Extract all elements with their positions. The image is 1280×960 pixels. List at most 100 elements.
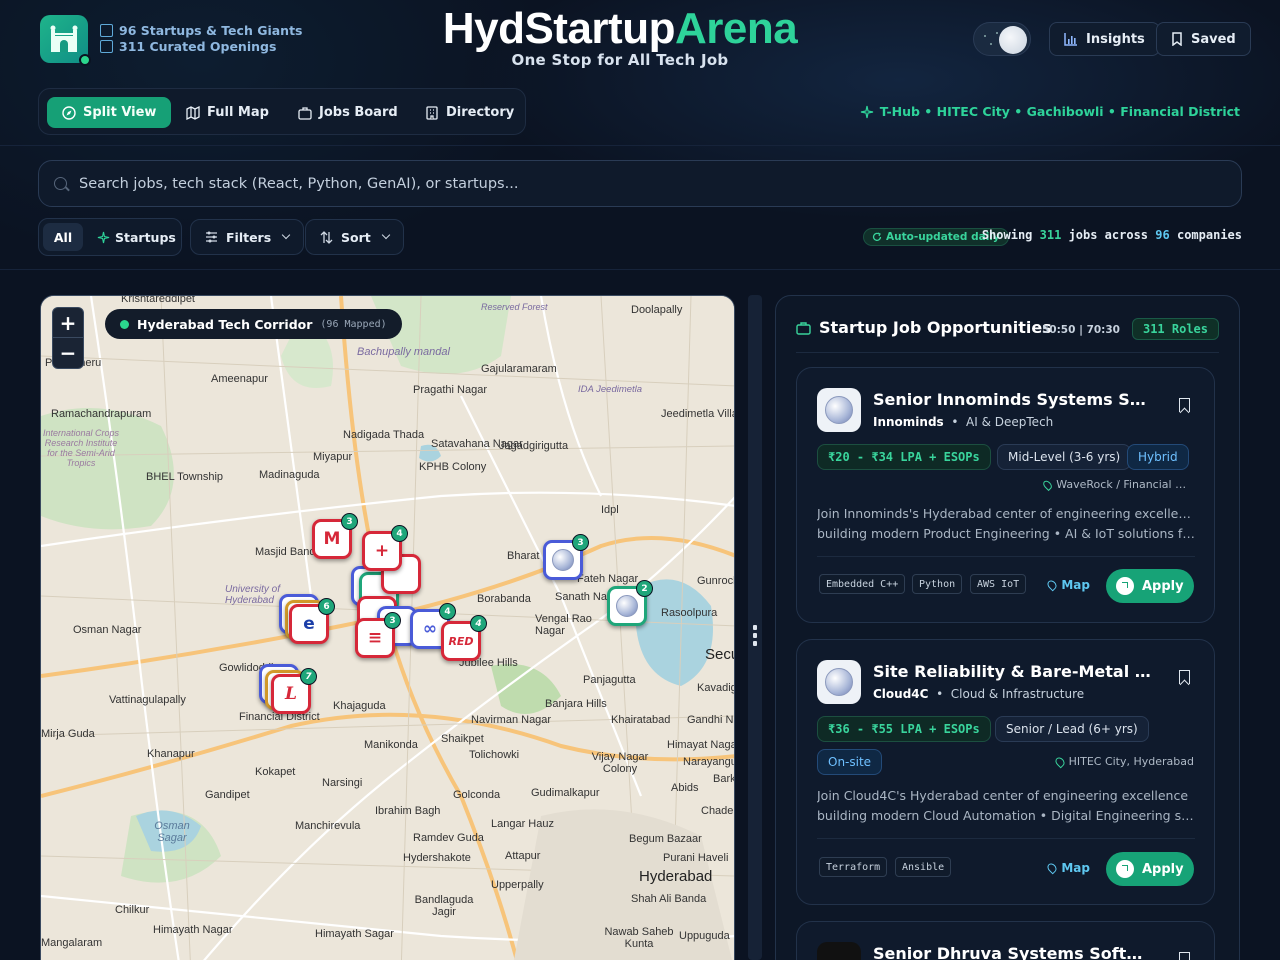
split-ratio-toggle[interactable]: 50:50 | 70:30 (1042, 324, 1120, 336)
map-label: KPHB Colony (419, 461, 487, 473)
search-input[interactable] (79, 175, 1241, 192)
map-label: Vengal Rao Nagar (535, 613, 592, 637)
location-text: HITEC City, Hyderabad (1068, 755, 1194, 768)
company-marker[interactable]: e 6 (289, 598, 335, 644)
view-on-map-link[interactable]: Map (1045, 861, 1090, 875)
company-marker[interactable]: ≡ 3 (355, 612, 401, 658)
map-label: Banjara Hills (545, 698, 607, 710)
apply-button[interactable]: Apply (1106, 569, 1194, 603)
job-card[interactable]: Senior Innominds Systems Software Engine… (796, 367, 1215, 623)
job-count-badge: 6 (318, 598, 335, 615)
company-logo-mark: L (285, 684, 297, 704)
header-divider (0, 145, 1280, 146)
company-type-toggle: All Startups (38, 218, 182, 256)
map-label: Borabanda (477, 593, 531, 605)
compass-icon (62, 105, 76, 120)
map-label: Himayath Sagar (315, 928, 394, 940)
map-label: Miyapur (313, 451, 353, 463)
work-mode-chip: Hybrid (1127, 444, 1189, 470)
brand-main: HydStartup (442, 4, 676, 53)
filter-startups[interactable]: Startups (97, 223, 176, 251)
view-on-map-link[interactable]: Map (1045, 578, 1090, 592)
map-label: Gandhi Nagar (687, 714, 734, 726)
apply-button[interactable]: Apply (1106, 852, 1194, 886)
map-label: Nadigada Thada (343, 429, 425, 441)
map-label: Abids (671, 782, 699, 794)
job-title[interactable]: Senior Innominds Systems Software Engine… (873, 390, 1153, 409)
map-label: Gunrock (697, 575, 735, 587)
map-label: Ameenapur (211, 373, 268, 385)
mapped-count: (96 Mapped) (320, 318, 387, 330)
zoom-out-button[interactable]: − (53, 338, 83, 368)
company-category: AI & DeepTech (966, 415, 1054, 429)
map-label: Osman Nagar (73, 624, 142, 636)
company-logo-mark: ≡ (367, 628, 383, 648)
theme-toggle[interactable] (973, 22, 1031, 56)
saved-button[interactable]: Saved (1156, 22, 1251, 56)
map-view[interactable]: Krishtareddipet Doolapally Reserved Fore… (40, 295, 735, 960)
company-marker[interactable]: + 4 (362, 525, 408, 571)
company-marker[interactable]: L 7 (271, 668, 317, 714)
location-text: WaveRock / Financial District (1056, 478, 1194, 491)
corridor-info: T-Hub • HITEC City • Gachibowli • Financ… (860, 104, 1240, 119)
search-bar (38, 160, 1242, 207)
bookmark-icon[interactable] (1179, 952, 1190, 960)
map-pin-icon (1045, 578, 1059, 592)
results-summary: Showing 311 jobs across 96 companies (982, 228, 1242, 242)
apply-label: Apply (1142, 861, 1184, 877)
map-label: Khajaguda (333, 700, 386, 712)
map-label: Khanapur (147, 748, 195, 760)
map-label: Tolichowki (469, 749, 520, 761)
globe-icon (552, 549, 574, 571)
company-marker[interactable]: 3 (543, 534, 589, 580)
company-logo (817, 660, 861, 704)
corridor-text: T-Hub • HITEC City • Gachibowli • Financ… (879, 104, 1240, 119)
company-marker[interactable]: 2 (607, 580, 653, 626)
job-title[interactable]: Senior Dhruva Systems Software Engineer (873, 944, 1153, 960)
company-marker[interactable]: RED 4 (441, 615, 487, 661)
map-label: Purani Haveli (663, 852, 729, 864)
brand-accent: Arena (674, 4, 798, 53)
map-label: Hyderabad (639, 868, 713, 885)
zoom-in-button[interactable]: + (53, 308, 83, 338)
map-label: Chaderghat (701, 805, 734, 817)
job-company-line: Cloud4C • Cloud & Infrastructure (873, 687, 1085, 701)
filter-all[interactable]: All (43, 223, 83, 251)
filters-dropdown[interactable]: Filters (190, 219, 305, 255)
salary-chip: ₹20 - ₹34 LPA + ESOPs (817, 444, 991, 470)
job-card[interactable]: Senior Dhruva Systems Software Engineer (796, 921, 1215, 960)
job-company-line: Innominds • AI & DeepTech (873, 415, 1054, 429)
jobs-panel-header: Startup Job Opportunities (796, 318, 1052, 337)
map-label: Gajularamaram (481, 363, 557, 375)
insights-button[interactable]: Insights (1049, 22, 1160, 56)
tab-split-view[interactable]: Split View (47, 97, 172, 128)
sort-icon (320, 230, 333, 244)
map-link-label: Map (1061, 578, 1090, 592)
rocket-icon (97, 231, 110, 243)
map-label: IDA Jeedimetla (578, 384, 643, 395)
sort-dropdown[interactable]: Sort (305, 219, 404, 255)
tab-jobs-board[interactable]: Jobs Board (283, 97, 413, 128)
bar-chart-icon (1064, 33, 1077, 46)
job-title[interactable]: Site Reliability & Bare-Metal Automation… (873, 662, 1153, 681)
tab-full-map[interactable]: Full Map (171, 97, 284, 128)
companies-count: 96 (1155, 228, 1170, 242)
app-header: 96 Startups & Tech Giants 311 Curated Op… (0, 0, 1280, 80)
company-marker[interactable]: M 3 (312, 513, 358, 559)
job-card[interactable]: Site Reliability & Bare-Metal Automation… (796, 639, 1215, 905)
map-label: Khairatabad (611, 714, 671, 726)
map-region-pill: Hyderabad Tech Corridor (96 Mapped) (105, 309, 402, 339)
map-label: Shah Ali Banda (631, 893, 707, 905)
map-label: Madinaguda (259, 469, 320, 481)
drag-handle-icon[interactable] (753, 625, 757, 655)
saved-label: Saved (1191, 31, 1236, 47)
desc-line: building modern Product Engineering • AI… (817, 526, 1195, 541)
map-label: Reserved Forest (481, 302, 548, 312)
bookmark-icon[interactable] (1179, 670, 1190, 684)
filter-divider (0, 269, 1280, 270)
job-count-badge: 7 (300, 668, 317, 685)
roles-count-badge: 311 Roles (1131, 318, 1219, 340)
bookmark-icon[interactable] (1179, 398, 1190, 412)
search-icon (54, 177, 67, 190)
tab-directory[interactable]: Directory (410, 97, 529, 128)
